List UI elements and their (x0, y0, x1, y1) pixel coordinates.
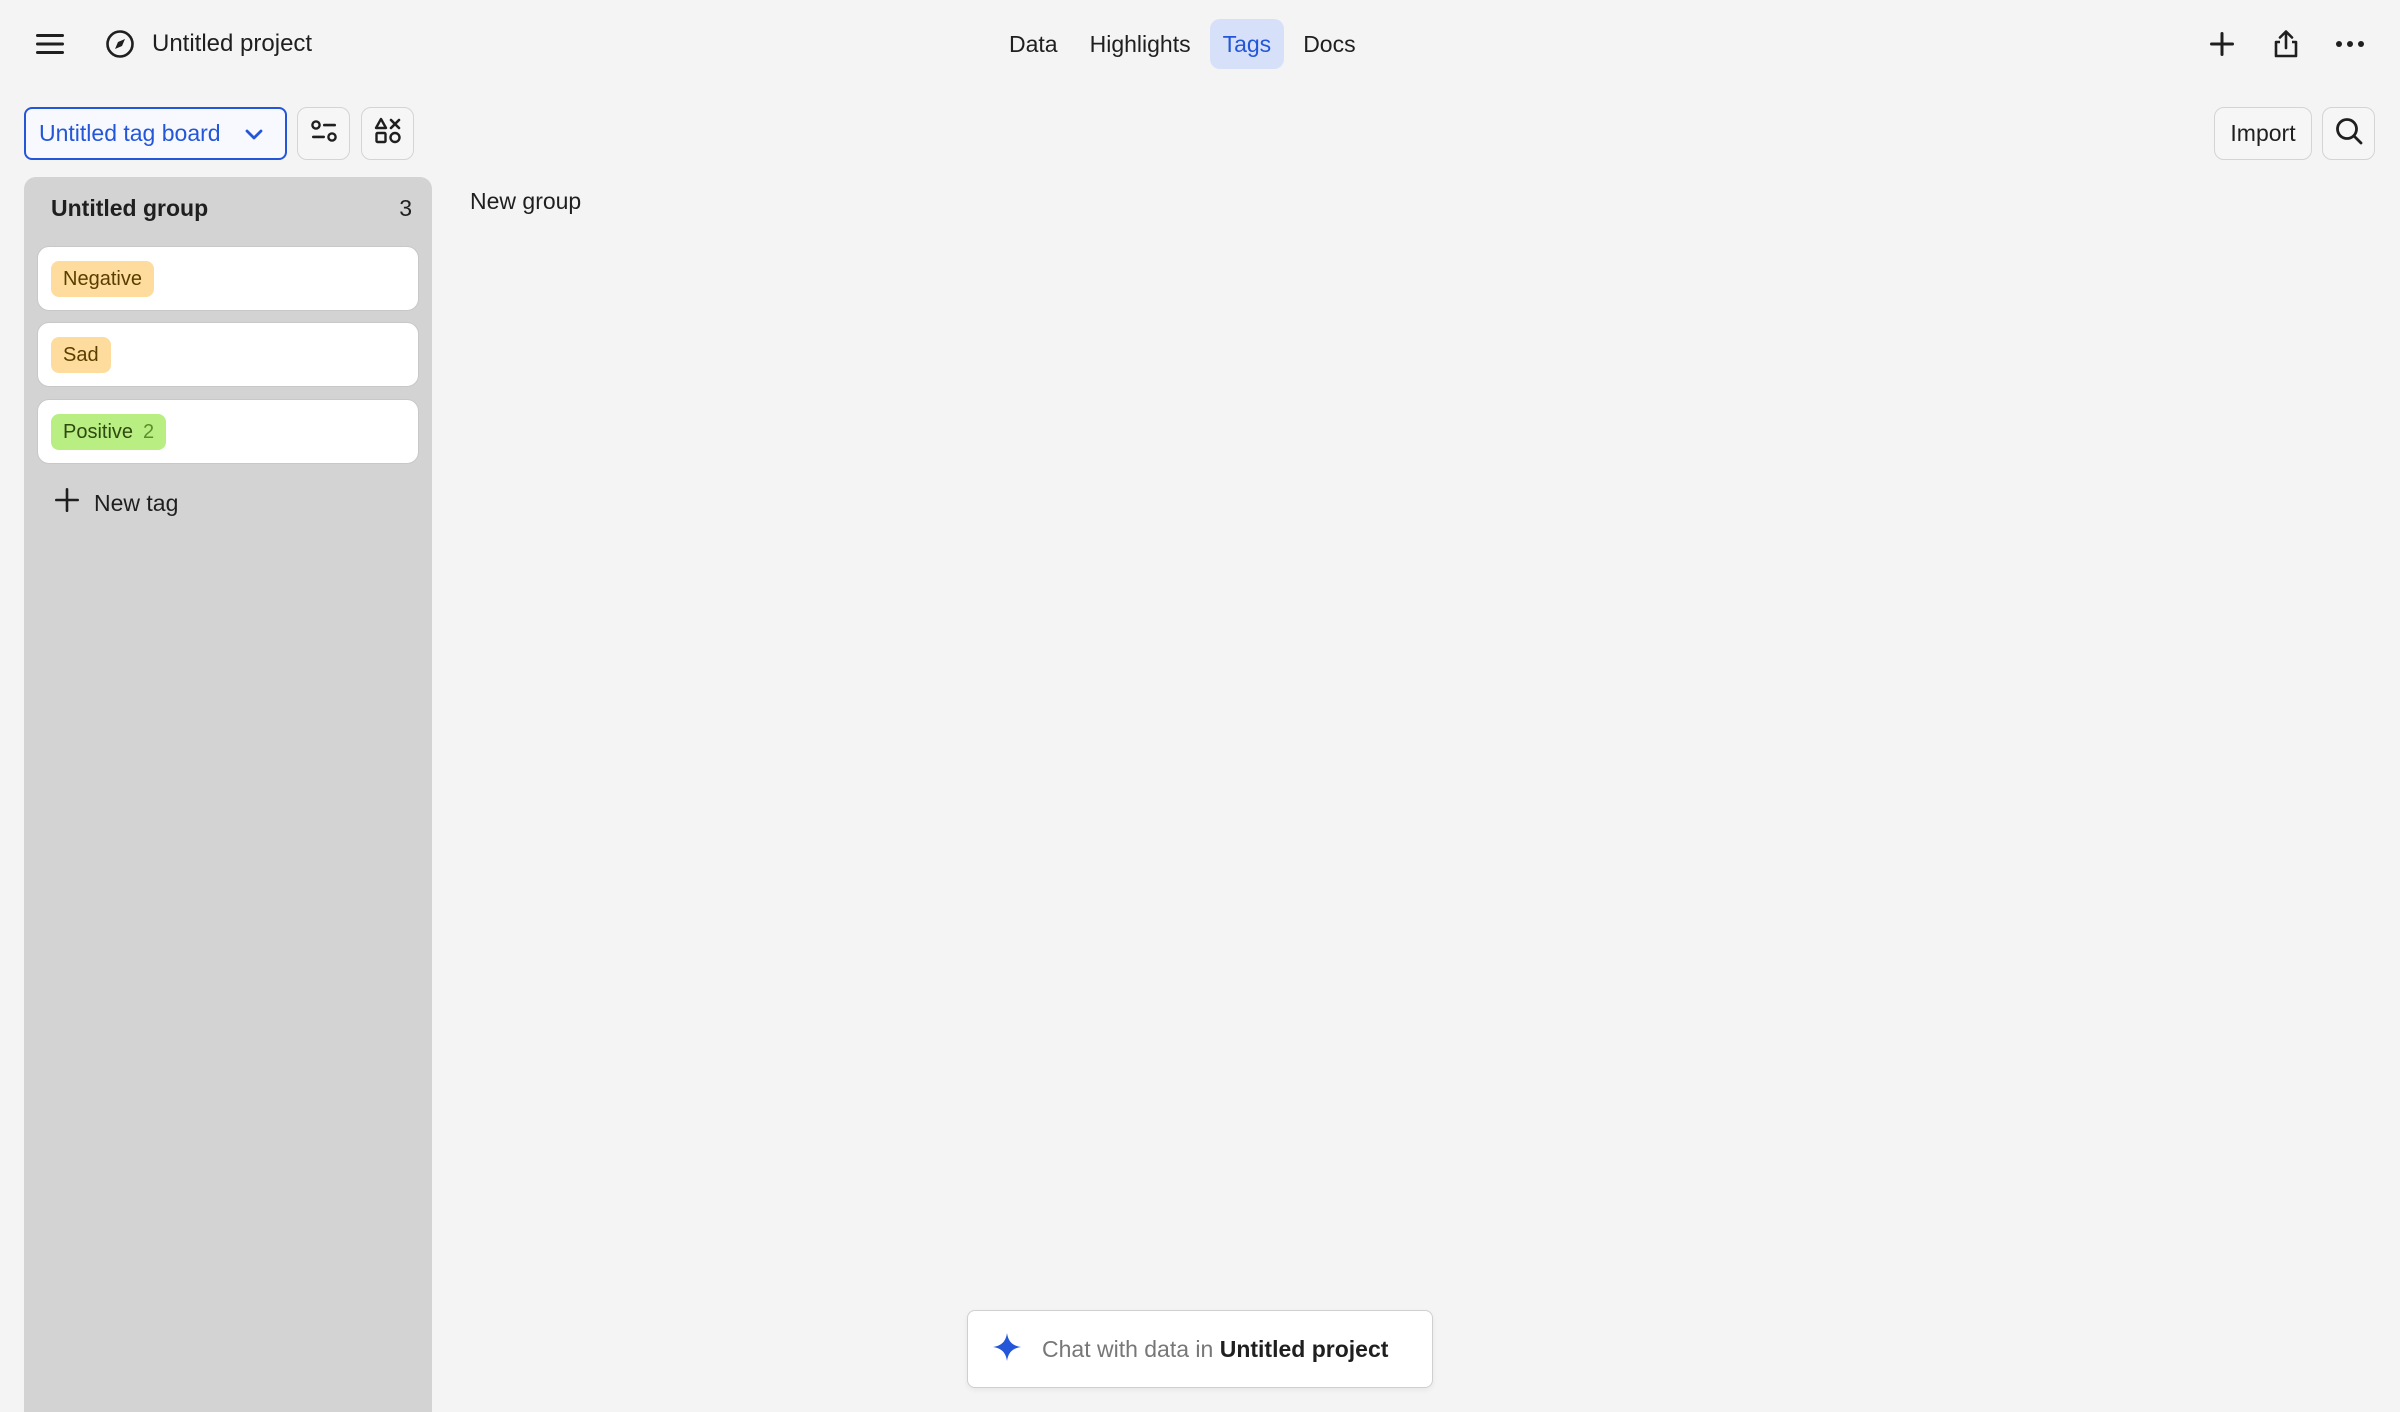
group-title[interactable]: Untitled group (51, 195, 208, 222)
search-button[interactable] (2322, 107, 2375, 160)
ellipsis-icon[interactable] (2330, 24, 2370, 64)
tag-card[interactable]: Positive 2 (37, 399, 419, 464)
chat-project-name: Untitled project (1219, 1335, 1389, 1362)
filter-settings-button[interactable] (297, 107, 350, 160)
shapes-button[interactable] (361, 107, 414, 160)
plus-icon[interactable] (2202, 24, 2242, 64)
tag-label: Positive (63, 420, 134, 443)
chat-with-data-input[interactable]: Chat with data in Untitled project (967, 1310, 1433, 1388)
group-tag-count: 3 (399, 195, 412, 221)
tag-chip: Negative (51, 261, 154, 297)
tag-card[interactable]: Sad (37, 322, 419, 387)
plus-icon (54, 487, 80, 519)
tab-highlights[interactable]: Highlights (1077, 19, 1204, 69)
tag-chip: Sad (51, 337, 111, 373)
new-tag-button[interactable]: New tag (54, 485, 178, 521)
hamburger-menu-icon[interactable] (30, 26, 70, 62)
tab-data[interactable]: Data (996, 19, 1071, 69)
filter-settings-icon (310, 119, 338, 148)
main-tabs: Data Highlights Tags Docs (996, 19, 1369, 69)
import-button[interactable]: Import (2214, 107, 2312, 160)
tag-label: Sad (63, 343, 99, 366)
tab-tags[interactable]: Tags (1209, 19, 1285, 69)
chat-prefix: Chat with data in (1042, 1335, 1214, 1362)
tag-board-select-label: Untitled tag board (39, 120, 221, 146)
chat-prompt-text: Chat with data in Untitled project (1042, 1336, 1388, 1363)
project-title[interactable]: Untitled project (152, 26, 312, 62)
share-icon[interactable] (2266, 24, 2306, 64)
chevron-down-icon (243, 123, 265, 151)
tag-label: Negative (63, 267, 142, 290)
new-tag-label: New tag (94, 489, 179, 516)
tag-usage-count: 2 (143, 420, 155, 443)
search-icon (2334, 116, 2364, 151)
tag-chip: Positive 2 (51, 414, 167, 450)
tag-board-select[interactable]: Untitled tag board (24, 107, 287, 160)
top-bar: Untitled project Data Highlights Tags Do… (0, 0, 2400, 88)
tab-docs[interactable]: Docs (1290, 19, 1368, 69)
shapes-icon (374, 117, 402, 150)
group-column: Untitled group 3 Negative Sad Positive 2… (24, 177, 432, 1412)
compass-icon (104, 28, 136, 60)
tag-card[interactable]: Negative (37, 246, 419, 311)
new-group-button[interactable]: New group (470, 188, 581, 215)
sparkle-icon (992, 1332, 1022, 1367)
